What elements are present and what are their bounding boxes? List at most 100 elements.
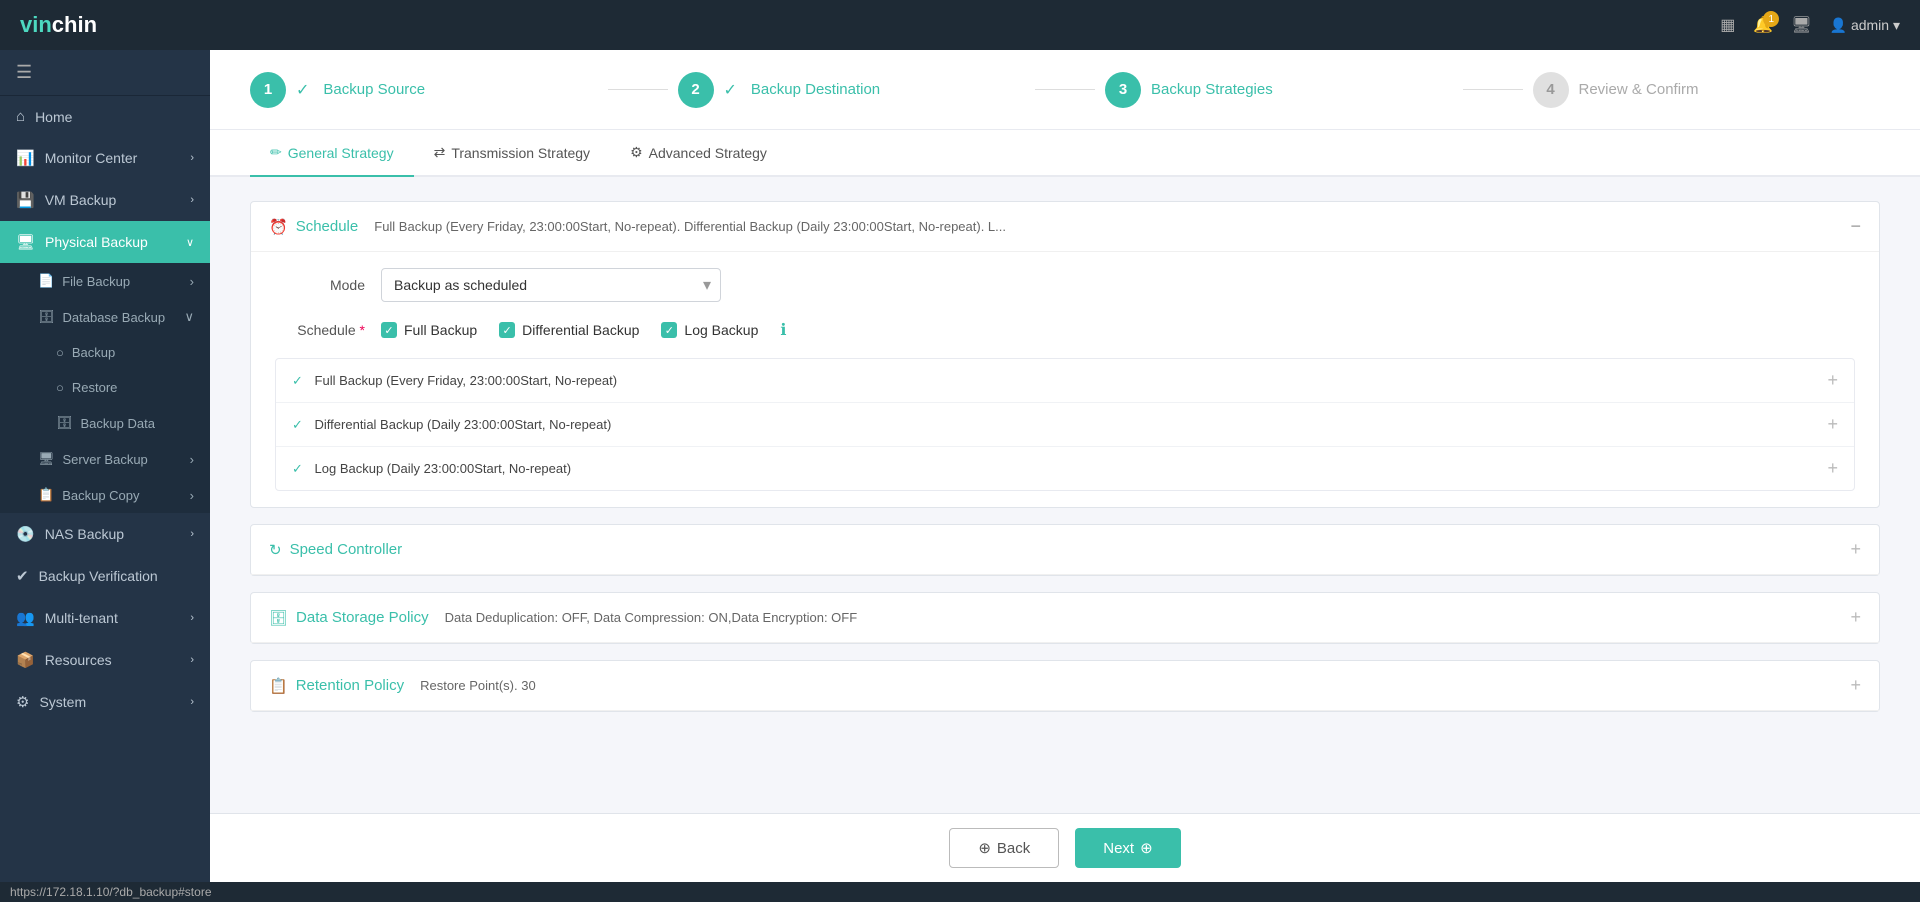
cb-differential-backup[interactable]: ✓ Differential Backup [499, 322, 639, 338]
retention-title: Retention Policy [296, 677, 404, 694]
notification-bell[interactable]: 🔔 1 [1753, 15, 1773, 35]
tab-advanced-strategy[interactable]: ⚙ Advanced Strategy [610, 130, 787, 177]
grid-icon[interactable]: ▦ [1720, 15, 1735, 35]
sidebar-item-multi-tenant[interactable]: 👥 Multi-tenant › [0, 597, 210, 639]
sidebar-label-restore: Restore [72, 380, 118, 395]
backup-sub-icon: ○ [56, 345, 64, 360]
sidebar-label-backup-verification: Backup Verification [39, 568, 158, 584]
sidebar-item-backup-verification[interactable]: ✔ Backup Verification [0, 555, 210, 597]
back-label: Back [997, 840, 1030, 857]
sidebar-item-physical-backup[interactable]: 🖥 Physical Backup ∨ [0, 221, 210, 263]
step-2: 2 ✓ Backup Destination [678, 72, 1026, 108]
mode-label: Mode [275, 277, 365, 293]
speed-icon: ↻ [269, 541, 282, 559]
tab-general-label: General Strategy [288, 145, 394, 161]
mode-select[interactable]: Backup as scheduled Manual Backup No Bac… [381, 268, 721, 302]
sidebar-label-physical-backup: Physical Backup [45, 234, 148, 250]
data-storage-header-left: 🗄 Data Storage Policy Data Deduplication… [269, 609, 857, 627]
step-2-label: Backup Destination [751, 81, 880, 98]
retention-summary: Restore Point(s). 30 [420, 678, 536, 693]
sidebar-item-nas-backup[interactable]: 💿 NAS Backup › [0, 513, 210, 555]
monitor-center-icon: 📊 [16, 149, 35, 167]
chevron-monitor: › [190, 152, 194, 164]
step-3: 3 Backup Strategies [1105, 72, 1453, 108]
back-button[interactable]: ⊕ Back [949, 828, 1059, 868]
sidebar-item-backup-data[interactable]: 🗄 Backup Data [0, 405, 210, 441]
sidebar-item-file-backup[interactable]: 📄 File Backup › [0, 263, 210, 299]
main-content: 1 ✓ Backup Source 2 ✓ Backup Destination… [210, 50, 1920, 882]
chevron-resources: › [190, 654, 194, 666]
sidebar-sub-physical: 📄 File Backup › 🗄 Database Backup ∨ ○ Ba… [0, 263, 210, 513]
nas-backup-icon: 💿 [16, 525, 35, 543]
speed-expand-btn[interactable]: + [1850, 539, 1861, 560]
sidebar-item-system[interactable]: ⚙ System › [0, 681, 210, 723]
content-scroll-area[interactable]: ⏰ Schedule Full Backup (Every Friday, 23… [210, 177, 1920, 813]
speed-card-header: ↻ Speed Controller + [251, 525, 1879, 575]
data-storage-card-header: 🗄 Data Storage Policy Data Deduplication… [251, 593, 1879, 643]
cb-log-backup[interactable]: ✓ Log Backup [661, 322, 758, 338]
check-full-icon: ✓ [292, 373, 303, 388]
cb-diff-checkbox[interactable]: ✓ [499, 322, 515, 338]
system-icon: ⚙ [16, 693, 29, 711]
chevron-copy: › [190, 488, 194, 503]
cb-full-checkbox[interactable]: ✓ [381, 322, 397, 338]
schedule-row: Schedule ✓ Full Backup ✓ Differential Ba… [275, 320, 1855, 340]
sidebar-toggle[interactable]: ☰ [0, 50, 210, 96]
retention-header-left: 📋 Retention Policy Restore Point(s). 30 [269, 677, 536, 695]
sidebar-label-backup-copy: Backup Copy [62, 488, 139, 503]
sidebar-label-vm-backup: VM Backup [45, 192, 117, 208]
schedule-label: Schedule [275, 322, 365, 338]
advanced-icon: ⚙ [630, 144, 643, 161]
sidebar-item-resources[interactable]: 📦 Resources › [0, 639, 210, 681]
schedule-full-text: ✓ Full Backup (Every Friday, 23:00:00Sta… [292, 373, 617, 389]
next-label: Next [1103, 840, 1134, 857]
sidebar-label-server-backup: Server Backup [63, 452, 148, 467]
step-1: 1 ✓ Backup Source [250, 72, 598, 108]
tab-general-strategy[interactable]: ✏ General Strategy [250, 130, 414, 177]
chevron-nas: › [190, 528, 194, 540]
mode-select-wrapper: Backup as scheduled Manual Backup No Bac… [381, 268, 721, 302]
user-menu[interactable]: 👤 admin ▾ [1830, 17, 1900, 34]
schedule-log-text: ✓ Log Backup (Daily 23:00:00Start, No-re… [292, 461, 571, 477]
sidebar-item-database-backup[interactable]: 🗄 Database Backup ∨ [0, 299, 210, 335]
tab-transmission-strategy[interactable]: ⇄ Transmission Strategy [414, 130, 610, 177]
sidebar-item-server-backup[interactable]: 🖥 Server Backup › [0, 441, 210, 477]
multi-tenant-icon: 👥 [16, 609, 35, 627]
logo-chin: chin [52, 12, 97, 37]
check-log-icon: ✓ [292, 461, 303, 476]
logo-vin: vin [20, 12, 52, 37]
cb-full-backup[interactable]: ✓ Full Backup [381, 322, 477, 338]
add-log-icon[interactable]: + [1827, 458, 1838, 479]
retention-expand-btn[interactable]: + [1850, 675, 1861, 696]
chevron-physical: ∨ [186, 236, 194, 249]
retention-card-header: 📋 Retention Policy Restore Point(s). 30 … [251, 661, 1879, 711]
monitor-icon[interactable]: 🖥 [1791, 15, 1811, 35]
retention-icon: 📋 [269, 677, 288, 695]
sidebar-label-system: System [39, 694, 86, 710]
step-divider-1 [608, 89, 668, 90]
chevron-vm: › [190, 194, 194, 206]
sidebar-item-vm-backup[interactable]: 💾 VM Backup › [0, 179, 210, 221]
sidebar-item-home[interactable]: ⌂ Home [0, 96, 210, 137]
next-button[interactable]: Next ⊕ [1075, 828, 1180, 868]
sidebar-label-nas-backup: NAS Backup [45, 526, 124, 542]
info-icon[interactable]: ℹ [780, 320, 786, 340]
add-diff-icon[interactable]: + [1827, 414, 1838, 435]
cb-log-checkbox[interactable]: ✓ [661, 322, 677, 338]
file-backup-icon: 📄 [38, 273, 54, 289]
mode-row: Mode Backup as scheduled Manual Backup N… [275, 268, 1855, 302]
sidebar-label-resources: Resources [45, 652, 112, 668]
sidebar-item-restore[interactable]: ○ Restore [0, 370, 210, 405]
data-storage-expand-btn[interactable]: + [1850, 607, 1861, 628]
step-4-circle: 4 [1533, 72, 1569, 108]
add-full-icon[interactable]: + [1827, 370, 1838, 391]
sidebar-label-multi-tenant: Multi-tenant [45, 610, 118, 626]
cb-log-label: Log Backup [684, 322, 758, 338]
sidebar-item-backup[interactable]: ○ Backup [0, 335, 210, 370]
sidebar-item-backup-copy[interactable]: 📋 Backup Copy › [0, 477, 210, 513]
schedule-list: ✓ Full Backup (Every Friday, 23:00:00Sta… [275, 358, 1855, 491]
schedule-item-log: ✓ Log Backup (Daily 23:00:00Start, No-re… [276, 447, 1854, 490]
chevron-system: › [190, 696, 194, 708]
schedule-collapse-btn[interactable]: − [1850, 216, 1861, 237]
sidebar-item-monitor[interactable]: 📊 Monitor Center › [0, 137, 210, 179]
